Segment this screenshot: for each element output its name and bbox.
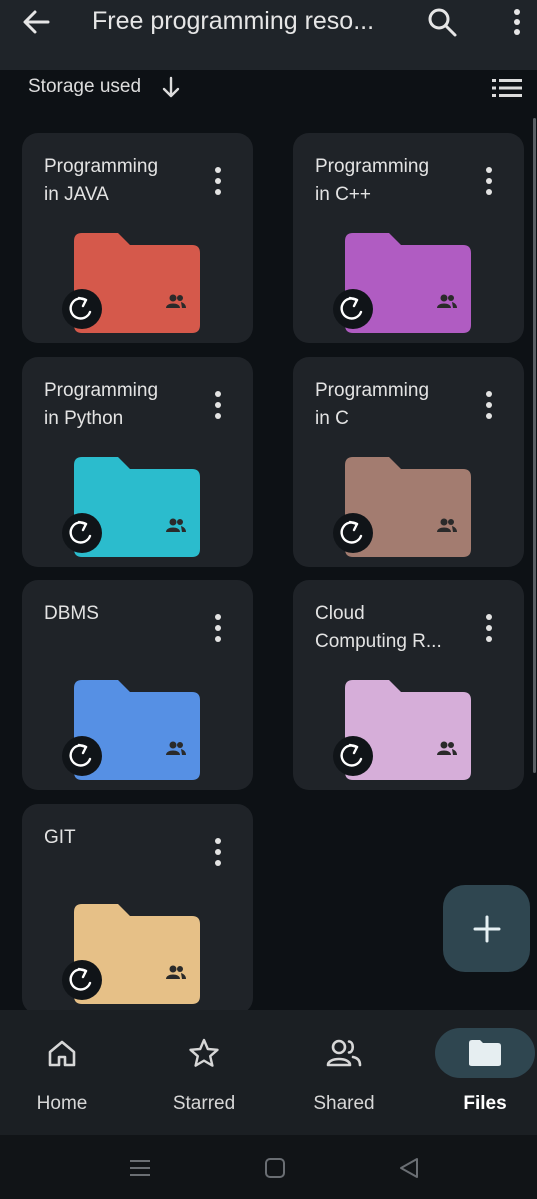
more-options-icon[interactable] — [502, 6, 532, 38]
sort-direction-arrow-icon[interactable] — [160, 74, 182, 100]
nav-home-label: Home — [36, 1093, 88, 1114]
nav-shared-label: Shared — [313, 1093, 375, 1114]
home-button-icon[interactable] — [263, 1157, 287, 1179]
folder-title: Free programming reso... — [92, 7, 375, 35]
folder-card[interactable]: Programming in JAVA — [22, 133, 253, 343]
folder-name: Cloud Computing R... — [315, 603, 442, 652]
nav-shared[interactable]: Shared — [282, 1010, 406, 1135]
offline-sync-icon — [333, 513, 373, 553]
new-item-fab[interactable] — [443, 885, 530, 972]
sort-button[interactable]: Storage used — [28, 74, 141, 100]
folder-card[interactable]: GIT — [22, 804, 253, 1014]
folder-name: Programming in JAVA — [44, 156, 159, 205]
offline-sync-icon — [62, 960, 102, 1000]
folder-card[interactable]: DBMS — [22, 580, 253, 790]
folder-more-options-icon[interactable] — [479, 612, 499, 644]
folder-name: GIT — [44, 827, 76, 848]
top-app-bar: Free programming reso... — [0, 0, 537, 70]
nav-starred[interactable]: Starred — [142, 1010, 266, 1135]
shared-folder-icon — [437, 294, 457, 308]
folder-more-options-icon[interactable] — [479, 389, 499, 421]
offline-sync-icon — [62, 736, 102, 776]
back-button-icon[interactable] — [397, 1157, 421, 1179]
offline-sync-icon — [333, 289, 373, 329]
sort-bar: Storage used — [0, 72, 537, 102]
folder-more-options-icon[interactable] — [208, 612, 228, 644]
list-view-icon[interactable] — [492, 76, 522, 100]
search-icon[interactable] — [426, 6, 458, 38]
folder-card[interactable]: Programming in C++ — [293, 133, 524, 343]
system-navigation-bar — [0, 1135, 537, 1199]
offline-sync-icon — [62, 289, 102, 329]
folder-icon — [469, 1040, 501, 1066]
offline-sync-icon — [333, 736, 373, 776]
nav-files-label: Files — [463, 1093, 507, 1114]
folder-more-options-icon[interactable] — [208, 836, 228, 868]
scrollbar[interactable] — [533, 118, 536, 773]
nav-files[interactable]: Files — [425, 1010, 537, 1135]
folder-card[interactable]: Programming in C — [293, 357, 524, 567]
home-icon — [48, 1040, 76, 1067]
folder-name: DBMS — [44, 603, 99, 624]
shared-folder-icon — [437, 741, 457, 755]
folder-name: Programming in Python — [44, 380, 159, 429]
nav-starred-label: Starred — [172, 1093, 236, 1114]
folder-more-options-icon[interactable] — [208, 165, 228, 197]
plus-icon — [473, 915, 500, 942]
shared-folder-icon — [166, 518, 186, 532]
folder-more-options-icon[interactable] — [208, 389, 228, 421]
shared-folder-icon — [166, 741, 186, 755]
folder-name: Programming in C — [315, 380, 430, 429]
star-icon — [189, 1038, 219, 1067]
bottom-navigation: Home Starred Shared Files — [0, 1010, 537, 1135]
nav-home[interactable]: Home — [0, 1010, 124, 1135]
shared-folder-icon — [166, 965, 186, 979]
shared-folder-icon — [437, 518, 457, 532]
folder-name: Programming in C++ — [315, 156, 430, 205]
people-icon — [326, 1039, 362, 1067]
recent-apps-icon[interactable] — [128, 1157, 152, 1179]
folder-more-options-icon[interactable] — [479, 165, 499, 197]
folder-card[interactable]: Programming in Python — [22, 357, 253, 567]
shared-folder-icon — [166, 294, 186, 308]
back-arrow-icon[interactable] — [20, 6, 52, 38]
offline-sync-icon — [62, 513, 102, 553]
folder-card[interactable]: Cloud Computing R... — [293, 580, 524, 790]
